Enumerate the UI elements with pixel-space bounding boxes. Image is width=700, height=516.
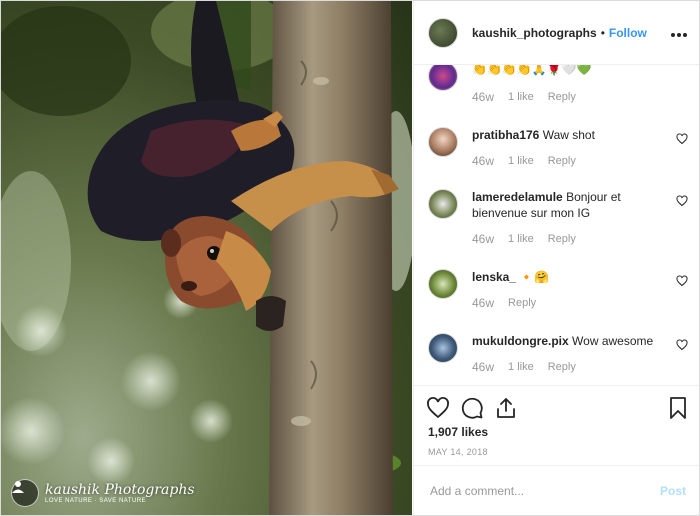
user-icon[interactable] xyxy=(11,479,39,507)
comment-age: 46w xyxy=(472,232,495,246)
follow-button[interactable]: Follow xyxy=(609,26,647,40)
comments-list[interactable]: 👏👏👏👏🙏🌹🤍💚 46w 1 like Reply pratibha176 Wa… xyxy=(414,65,699,385)
post-date: MAY 14, 2018 xyxy=(428,447,488,457)
post-header: kaushik_photographs • Follow xyxy=(414,1,699,65)
comment-text: Waw shot xyxy=(542,128,595,142)
commenter-avatar[interactable] xyxy=(428,333,458,363)
comment-username[interactable]: lenska_ xyxy=(472,270,516,284)
comment-age: 46w xyxy=(472,90,495,104)
comment-likes[interactable]: 1 like xyxy=(508,359,534,375)
heart-icon[interactable] xyxy=(426,396,450,420)
photographer-watermark: kaushik Photographs LOVE NATURE · SAVE N… xyxy=(11,479,195,507)
like-comment-heart-icon[interactable] xyxy=(676,339,688,351)
commenter-avatar[interactable] xyxy=(428,269,458,299)
reply-button[interactable]: Reply xyxy=(548,89,576,105)
author-avatar[interactable] xyxy=(428,17,458,48)
comment-age: 46w xyxy=(472,296,495,310)
reply-button[interactable]: Reply xyxy=(548,359,576,375)
comment-username[interactable]: pratibha176 xyxy=(472,128,539,142)
comment-likes[interactable]: 1 like xyxy=(508,89,534,105)
likes-count[interactable]: 1,907 likes xyxy=(428,425,488,439)
squirrel-illustration xyxy=(1,1,412,515)
like-comment-heart-icon[interactable] xyxy=(676,275,688,287)
comment-text: Wow awesome xyxy=(572,334,654,348)
share-icon[interactable] xyxy=(494,396,518,420)
commenter-avatar[interactable] xyxy=(428,189,458,219)
like-comment-heart-icon[interactable] xyxy=(676,195,688,207)
comment-username[interactable]: lameredelamule xyxy=(472,190,563,204)
post-sidebar: kaushik_photographs • Follow 👏👏👏👏🙏🌹🤍💚 46… xyxy=(413,1,699,515)
header-separator: • xyxy=(600,25,605,40)
comment-text: 🔸🤗 xyxy=(519,270,550,284)
author-username[interactable]: kaushik_photographs xyxy=(472,26,597,40)
add-comment-bar: Post xyxy=(414,465,699,515)
instagram-post: kaushik Photographs LOVE NATURE · SAVE N… xyxy=(0,0,700,516)
reply-button[interactable]: Reply xyxy=(548,153,576,169)
comment-age: 46w xyxy=(472,154,495,168)
like-comment-heart-icon[interactable] xyxy=(676,133,688,145)
comment-text: 👏👏👏👏🙏🌹🤍💚 xyxy=(472,65,592,76)
watermark-subtext: LOVE NATURE · SAVE NATURE xyxy=(45,498,147,504)
commenter-avatar[interactable] xyxy=(428,127,458,157)
more-options-icon[interactable] xyxy=(670,22,688,43)
comment-username[interactable]: mukuldongre.pix xyxy=(472,334,569,348)
post-photo[interactable]: kaushik Photographs LOVE NATURE · SAVE N… xyxy=(1,1,412,515)
post-comment-button[interactable]: Post xyxy=(660,484,686,498)
bookmark-icon[interactable] xyxy=(666,396,690,420)
watermark-text: kaushik Photographs xyxy=(45,482,195,498)
reply-button[interactable]: Reply xyxy=(508,295,536,311)
comment-likes[interactable]: 1 like xyxy=(508,153,534,169)
comment-input[interactable] xyxy=(428,482,660,499)
comment-icon[interactable] xyxy=(460,396,484,420)
comment-likes[interactable]: 1 like xyxy=(508,231,534,247)
reply-button[interactable]: Reply xyxy=(548,231,576,247)
comment-age: 46w xyxy=(472,360,495,374)
commenter-avatar[interactable] xyxy=(428,65,458,91)
